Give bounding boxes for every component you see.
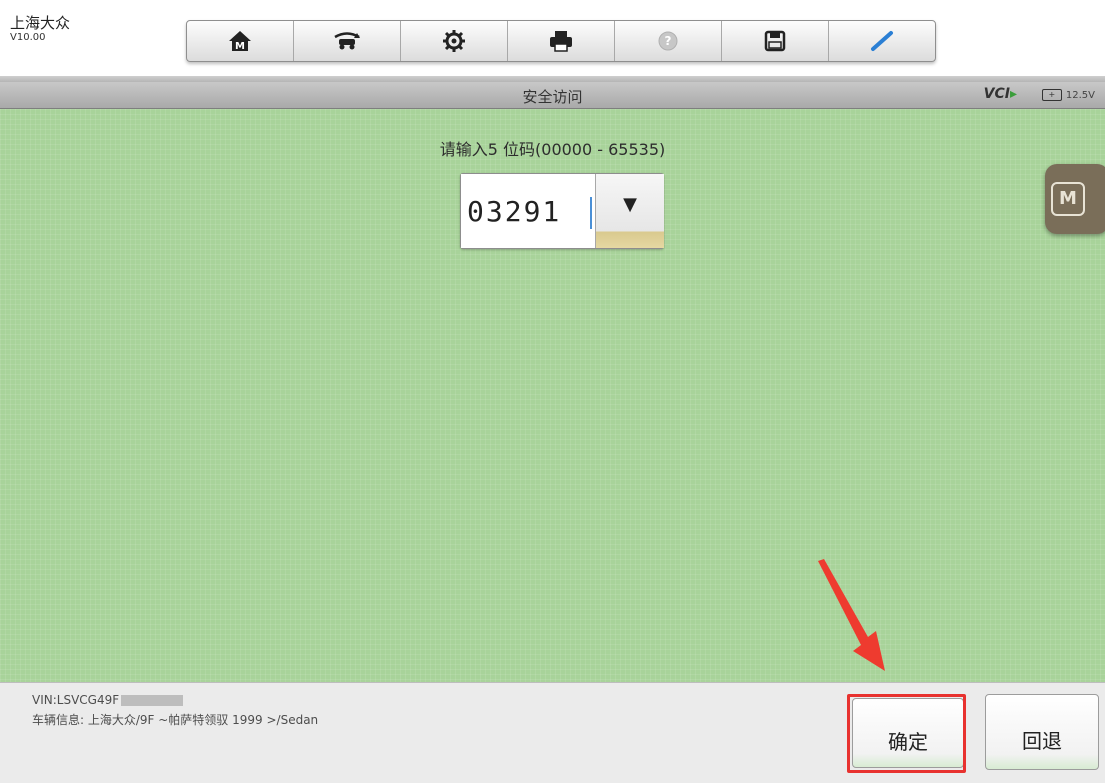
text-cursor (590, 197, 592, 229)
printer-icon (550, 31, 572, 52)
code-combobox: ▼ (460, 173, 664, 249)
help-icon: ? (658, 31, 678, 51)
code-input[interactable] (461, 174, 593, 248)
back-button[interactable]: 回退 (985, 694, 1099, 770)
dropdown-arrow-icon: ▼ (623, 193, 637, 215)
app-header: 上海大众 V10.00 M ? (0, 0, 1105, 82)
vin-info: VIN:LSVCG49F (32, 693, 184, 707)
m-icon: M (1051, 182, 1085, 216)
vci-label: VCI (983, 86, 1010, 102)
settings-gear-icon (443, 30, 465, 52)
page-title: 安全访问 (522, 88, 583, 106)
print-button[interactable] (508, 21, 615, 61)
save-icon (764, 30, 786, 52)
main-toolbar: M ? (186, 20, 936, 62)
svg-text:?: ? (665, 34, 672, 48)
battery-status: + 12.5V (1041, 89, 1095, 101)
home-button[interactable]: M (187, 21, 294, 61)
app-version: V10.00 (10, 32, 46, 43)
brand-name: 上海大众 (10, 14, 71, 32)
settings-button[interactable] (401, 21, 508, 61)
title-bar: 安全访问 VCI▸ + 12.5V (0, 82, 1105, 109)
brand: 上海大众 V10.00 (10, 14, 70, 44)
red-arrow-annotation (818, 559, 885, 671)
confirm-highlight-box (847, 694, 966, 773)
back-button-label: 回退 (1022, 728, 1062, 753)
vehicle-swap-icon (334, 32, 360, 50)
vin-label: VIN:LSVCG49F (32, 693, 120, 707)
vin-redaction (121, 694, 184, 706)
code-prompt: 请输入5 位码(00000 - 65535) (439, 140, 666, 159)
vci-status: VCI▸ (984, 86, 1017, 102)
svg-text:M: M (235, 41, 245, 52)
vehicle-swap-button[interactable] (294, 21, 401, 61)
pen-button[interactable] (829, 21, 935, 61)
vehicle-info: 车辆信息: 上海大众/9F ~帕萨特领驭 1999 >/Sedan (32, 713, 319, 727)
battery-voltage: 12.5V (1065, 89, 1095, 101)
battery-icon: + (1041, 89, 1062, 101)
help-button[interactable]: ? (615, 21, 722, 61)
save-button[interactable] (722, 21, 829, 61)
footer-bar: VIN:LSVCG49F 车辆信息: 上海大众/9F ~帕萨特领驭 1999 >… (0, 682, 1105, 783)
pen-icon (871, 31, 893, 51)
home-icon: M (229, 31, 251, 52)
code-dropdown-button[interactable]: ▼ (595, 174, 664, 248)
side-menu-button[interactable]: M (1045, 164, 1105, 234)
security-access-panel: 请输入5 位码(00000 - 65535) ▼ M (0, 109, 1105, 682)
vci-connected-icon: ▸ (1009, 86, 1017, 102)
